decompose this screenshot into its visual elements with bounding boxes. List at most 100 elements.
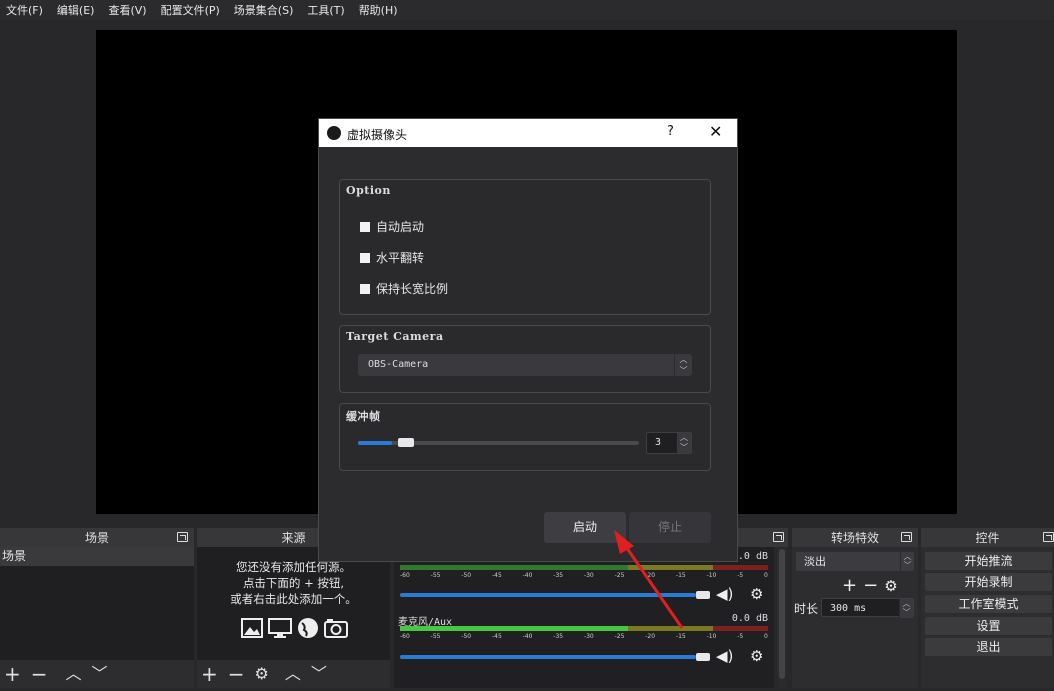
- scenes-toolbar: + − ︿ ﹀: [0, 660, 194, 688]
- audio-mixer: 0.0 dB -60 -55 -50 -45 -40 -35 -30 -25 -20 -15 -10…: [394, 547, 774, 688]
- spin-arrows-icon[interactable]: ︿ ﹀: [677, 433, 691, 453]
- mixer-track-mic: 麦克风/Aux 0.0 dB -60 -55 -50 -45 -40 -35 -30 -25-…: [398, 613, 770, 665]
- remove-icon[interactable]: −: [228, 664, 245, 684]
- target-camera-label: Target Camera: [346, 330, 444, 343]
- transitions-body: 淡出 ︿ ﹀ +−⚙ 时长 300 ms ︿ ﹀: [792, 547, 918, 688]
- menu-scene-collection[interactable]: 场景集合(S): [234, 2, 294, 18]
- add-icon[interactable]: +: [4, 664, 21, 684]
- virtual-camera-dialog: 虚拟摄像头 ? ✕ Option 自动启动 水平翻转 保持长宽比例 Target…: [318, 118, 738, 562]
- settings-button[interactable]: 设置: [925, 617, 1052, 635]
- transitions-dock-title: 转场特效: [792, 528, 918, 547]
- list-item[interactable]: 场景: [0, 547, 194, 566]
- volume-slider-handle[interactable]: [696, 653, 710, 661]
- add-icon[interactable]: +: [201, 664, 218, 684]
- buffer-frames-slider[interactable]: [358, 438, 639, 447]
- exit-button[interactable]: 退出: [925, 638, 1052, 656]
- float-dock-icon[interactable]: [901, 532, 912, 542]
- float-dock-icon[interactable]: [773, 532, 784, 542]
- target-camera-value: OBS-Camera: [368, 359, 429, 370]
- speaker-icon[interactable]: ◀): [716, 585, 733, 603]
- controls-dock: 控件 开始推流 开始录制 工作室模式 设置 退出: [921, 528, 1054, 688]
- menu-profile[interactable]: 配置文件(P): [161, 2, 220, 18]
- buffer-frames-group: 缓冲帧 3 ︿ ﹀: [339, 403, 711, 471]
- gear-icon[interactable]: ⚙: [255, 664, 269, 684]
- menu-bar: 文件(F) 编辑(E) 查看(V) 配置文件(P) 场景集合(S) 工具(T) …: [0, 0, 1054, 20]
- volume-slider[interactable]: [400, 655, 696, 659]
- keep-aspect-checkbox[interactable]: 保持长宽比例: [360, 280, 448, 297]
- source-type-icons: [197, 617, 390, 639]
- chevron-down-icon[interactable]: ﹀: [92, 664, 108, 684]
- close-icon[interactable]: ✕: [709, 122, 722, 141]
- level-meter: [400, 626, 768, 631]
- checkbox-box[interactable]: [360, 283, 370, 294]
- checkbox-label: 保持长宽比例: [376, 282, 449, 296]
- start-streaming-button[interactable]: 开始推流: [925, 552, 1052, 570]
- gear-icon[interactable]: ⚙: [750, 585, 763, 603]
- float-dock-icon[interactable]: [177, 532, 188, 542]
- help-button[interactable]: ?: [667, 124, 674, 139]
- checkbox-box[interactable]: [360, 221, 370, 232]
- transition-toolbar: +−⚙: [842, 575, 904, 596]
- controls-title: 控件: [975, 531, 1000, 545]
- speaker-icon[interactable]: ◀): [716, 647, 733, 665]
- buffer-frames-spinbox[interactable]: 3 ︿ ﹀: [646, 432, 692, 454]
- sources-title: 来源: [281, 531, 306, 545]
- menu-edit[interactable]: 编辑(E): [57, 2, 95, 18]
- horizontal-flip-checkbox[interactable]: 水平翻转: [360, 249, 424, 266]
- hint-line: 点击下面的 + 按钮,: [242, 576, 345, 590]
- stop-button[interactable]: 停止: [629, 512, 711, 543]
- duration-input[interactable]: 300 ms ︿ ﹀: [821, 598, 914, 618]
- spin-arrows-icon: ︿ ﹀: [674, 354, 692, 376]
- checkbox-box[interactable]: [360, 252, 370, 263]
- camera-icon: [323, 619, 348, 638]
- transitions-dock: 转场特效 淡出 ︿ ﹀ +−⚙ 时长 300 ms ︿ ﹀: [792, 528, 918, 688]
- transitions-title: 转场特效: [830, 531, 879, 545]
- float-dock-icon[interactable]: [1043, 532, 1054, 542]
- menu-file[interactable]: 文件(F): [6, 2, 43, 18]
- sources-list[interactable]: 您还没有添加任何源。 点击下面的 + 按钮, 或者右击此处添加一个。: [197, 547, 390, 660]
- transition-value: 淡出: [804, 555, 826, 568]
- sources-toolbar: + − ⚙ ︿ ﹀: [197, 660, 390, 688]
- chevron-up-icon[interactable]: ︿: [285, 664, 301, 684]
- mixer-title-bar: [738, 528, 788, 547]
- checkbox-label: 水平翻转: [376, 251, 425, 265]
- buffer-frames-value: 3: [655, 437, 662, 448]
- gear-icon[interactable]: ⚙: [750, 647, 763, 665]
- chevron-down-icon[interactable]: ﹀: [311, 664, 327, 684]
- spin-arrows-icon[interactable]: ︿ ﹀: [899, 599, 913, 618]
- meter-ticks: -60 -55 -50 -45 -40 -35 -30 -25 -20 -15 -10 -5 0: [400, 572, 768, 579]
- image-icon: [240, 618, 263, 638]
- remove-icon[interactable]: −: [31, 664, 48, 684]
- menu-view[interactable]: 查看(V): [108, 2, 146, 18]
- dialog-title: 虚拟摄像头: [347, 128, 408, 142]
- scenes-list: 场景: [0, 547, 194, 660]
- monitor-icon: [267, 618, 292, 638]
- target-camera-group: Target Camera OBS-Camera ︿ ﹀: [339, 325, 711, 393]
- duration-label: 时长: [794, 602, 819, 616]
- level-meter: [400, 565, 768, 570]
- studio-mode-button[interactable]: 工作室模式: [925, 595, 1052, 613]
- add-icon[interactable]: +: [842, 575, 863, 596]
- menu-help[interactable]: 帮助(H): [359, 2, 398, 18]
- target-camera-select[interactable]: OBS-Camera ︿ ﹀: [358, 354, 692, 376]
- start-recording-button[interactable]: 开始录制: [925, 573, 1052, 591]
- globe-icon: [297, 618, 318, 638]
- start-button[interactable]: 启动: [544, 512, 626, 543]
- auto-start-checkbox[interactable]: 自动启动: [360, 218, 424, 235]
- controls-dock-title: 控件: [921, 528, 1054, 547]
- mixer-scrollbar[interactable]: [777, 547, 787, 688]
- meter-ticks: -60 -55 -50 -45 -40 -35 -30 -25 -20 -15 -10 -5 0: [400, 633, 768, 640]
- slider-fill: [358, 441, 392, 445]
- scenes-dock: 场景 场景 + − ︿ ﹀: [0, 528, 194, 688]
- checkbox-label: 自动启动: [376, 220, 425, 234]
- chevron-up-icon[interactable]: ︿: [66, 664, 82, 684]
- gear-icon[interactable]: ⚙: [884, 577, 903, 595]
- menu-tools[interactable]: 工具(T): [307, 2, 344, 18]
- option-group-label: Option: [346, 184, 391, 197]
- mixer-dock-title: [738, 528, 788, 547]
- remove-icon[interactable]: −: [863, 575, 884, 596]
- volume-slider[interactable]: [400, 593, 696, 597]
- volume-slider-handle[interactable]: [696, 591, 710, 599]
- transition-select[interactable]: 淡出 ︿ ﹀: [796, 552, 914, 571]
- slider-handle[interactable]: [398, 438, 414, 447]
